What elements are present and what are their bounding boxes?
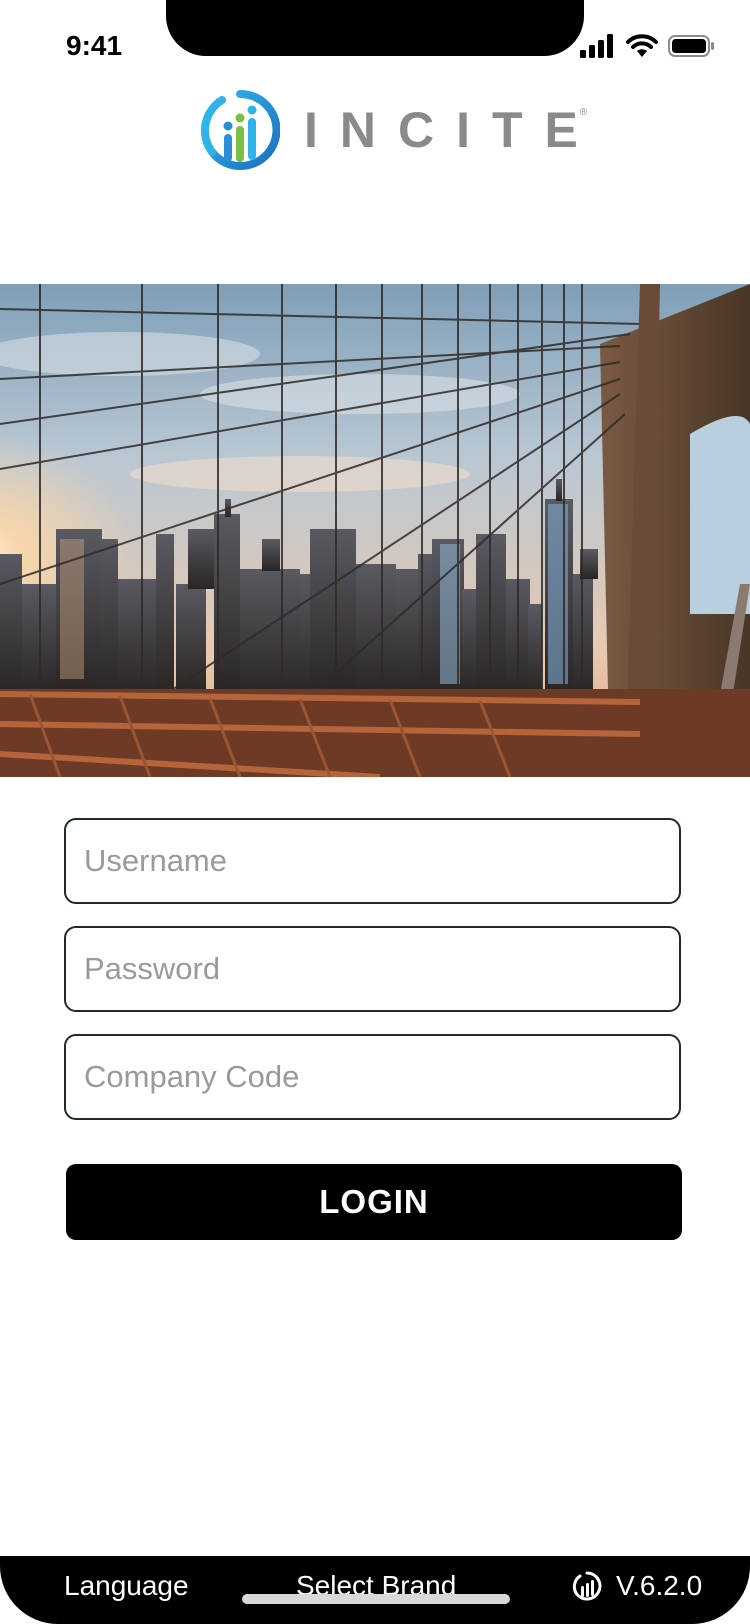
- battery-icon: [668, 35, 714, 57]
- incite-logo: INCITE ®: [200, 90, 607, 170]
- incite-logo-icon: [572, 1571, 602, 1601]
- login-button[interactable]: LOGIN: [66, 1164, 682, 1240]
- brand-wordmark: INCITE: [304, 102, 600, 158]
- company-code-field[interactable]: [64, 1034, 681, 1120]
- cellular-signal-icon: [580, 34, 613, 58]
- wifi-icon: [626, 34, 658, 57]
- device-notch: [166, 0, 584, 56]
- status-icons: [580, 34, 716, 58]
- registered-mark: ®: [579, 106, 588, 118]
- status-time: 9:41: [66, 30, 123, 61]
- app-screen: 9:41 INCITE ® Username Company Code LOGI…: [0, 0, 750, 1624]
- incite-logo-icon: [201, 90, 280, 170]
- version-info: V.6.2.0: [572, 1570, 702, 1602]
- home-indicator[interactable]: [242, 1594, 510, 1604]
- password-field[interactable]: [64, 926, 681, 1012]
- username-field[interactable]: [64, 818, 681, 904]
- version-label: V.6.2.0: [616, 1570, 703, 1601]
- language-link[interactable]: Language: [64, 1570, 189, 1602]
- bottom-bar: Language Select Brand V.6.2.0: [0, 1556, 750, 1624]
- hero-image: [0, 284, 750, 777]
